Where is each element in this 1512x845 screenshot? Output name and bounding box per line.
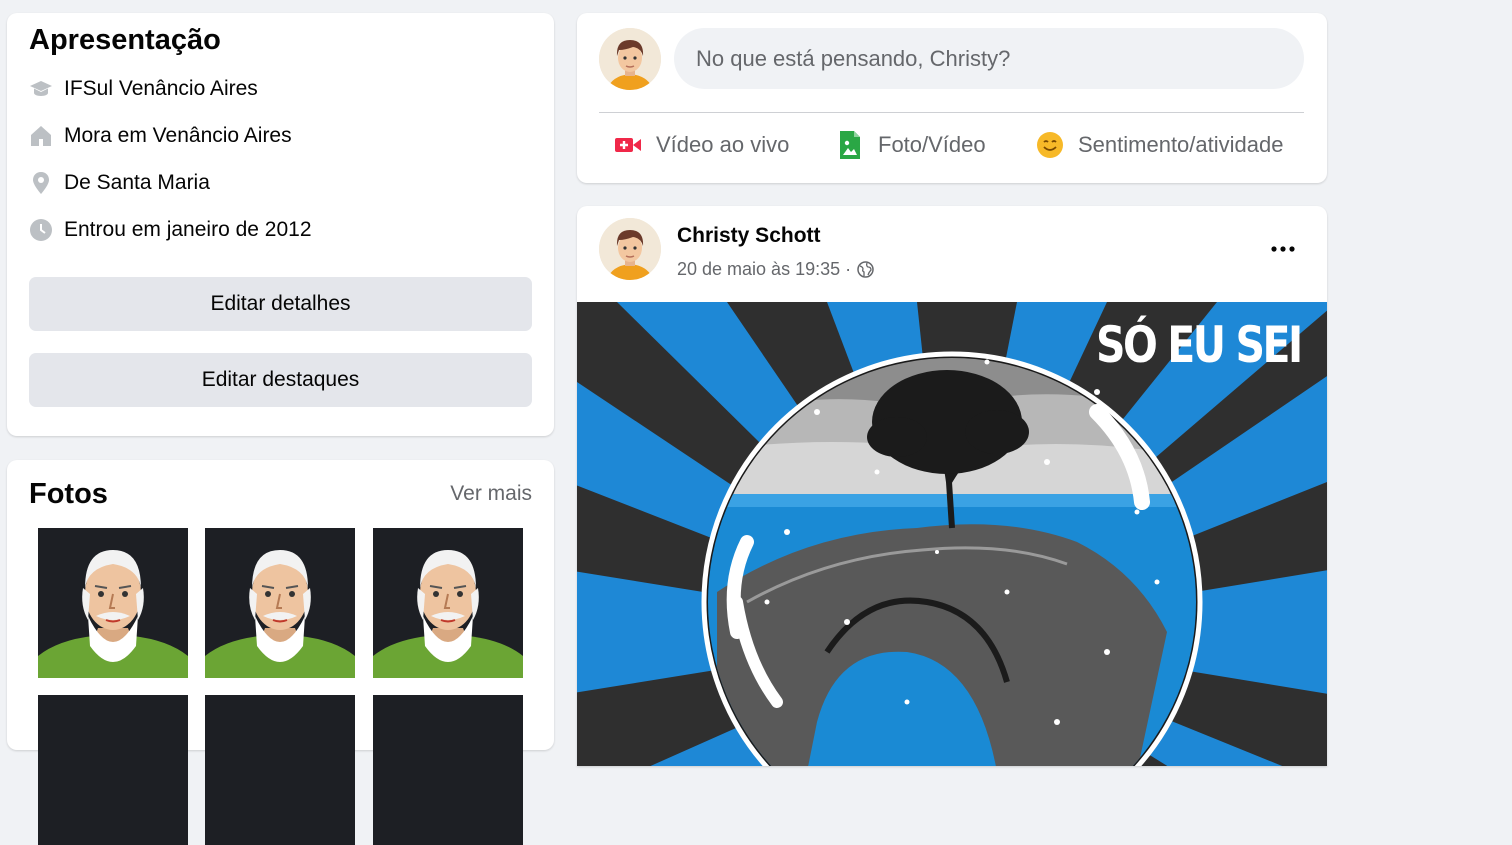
intro-item-label: Entrou em janeiro de 2012	[64, 218, 312, 241]
see-more-link[interactable]: Ver mais	[450, 482, 532, 506]
post-image[interactable]: SÓ EU SEI	[577, 302, 1327, 766]
photos-card: Fotos Ver mais	[7, 460, 554, 845]
photo-video-icon	[835, 130, 865, 160]
live-video-label: Vídeo ao vivo	[656, 132, 790, 157]
edit-details-button[interactable]: Editar detalhes	[29, 277, 532, 331]
intro-item-joined: Entrou em janeiro de 2012	[29, 215, 312, 245]
post-author-avatar[interactable]	[599, 218, 661, 280]
post-image-caption: SÓ EU SEI	[1096, 316, 1303, 374]
photo-thumbnail[interactable]	[38, 528, 188, 678]
feeling-activity-label: Sentimento/atividade	[1078, 132, 1284, 157]
more-options-button[interactable]	[1263, 234, 1303, 264]
photo-video-button[interactable]: Foto/Vídeo	[835, 125, 986, 165]
photo-thumbnail[interactable]	[205, 528, 355, 678]
intro-title: Apresentação	[29, 24, 221, 56]
photos-title: Fotos	[29, 478, 108, 510]
intro-item-hometown: De Santa Maria	[29, 168, 210, 198]
photo-video-label: Foto/Vídeo	[878, 132, 986, 157]
intro-card: Apresentação IFSul Venâncio Aires Mora e…	[7, 13, 554, 436]
intro-item-education: IFSul Venâncio Aires	[29, 74, 258, 104]
post-meta: 20 de maio às 19:35 ·	[677, 259, 874, 280]
location-pin-icon	[29, 171, 53, 195]
clock-icon	[29, 218, 53, 242]
home-icon	[29, 124, 53, 148]
live-video-button[interactable]: Vídeo ao vivo	[613, 125, 789, 165]
intro-item-label: De Santa Maria	[64, 171, 210, 194]
user-avatar[interactable]	[599, 28, 661, 90]
post-timestamp[interactable]: 20 de maio às 19:35 ·	[677, 259, 851, 280]
feeling-activity-button[interactable]: Sentimento/atividade	[1035, 125, 1283, 165]
feed-post: Christy Schott 20 de maio às 19:35 · SÓ …	[577, 206, 1327, 766]
photo-thumbnail[interactable]	[373, 528, 523, 678]
live-video-icon	[613, 130, 643, 160]
composer-input[interactable]: No que está pensando, Christy?	[674, 28, 1304, 89]
intro-item-residence: Mora em Venâncio Aires	[29, 121, 292, 151]
divider	[599, 112, 1304, 113]
post-composer: No que está pensando, Christy? Vídeo ao …	[577, 13, 1327, 183]
more-options-icon	[1271, 246, 1295, 252]
graduation-cap-icon	[29, 77, 53, 101]
globe-icon[interactable]	[857, 261, 874, 278]
feeling-activity-icon	[1035, 130, 1065, 160]
intro-item-label: IFSul Venâncio Aires	[64, 77, 258, 100]
edit-highlights-button[interactable]: Editar destaques	[29, 353, 532, 407]
intro-item-label: Mora em Venâncio Aires	[64, 124, 292, 147]
post-author-name[interactable]: Christy Schott	[677, 224, 821, 248]
